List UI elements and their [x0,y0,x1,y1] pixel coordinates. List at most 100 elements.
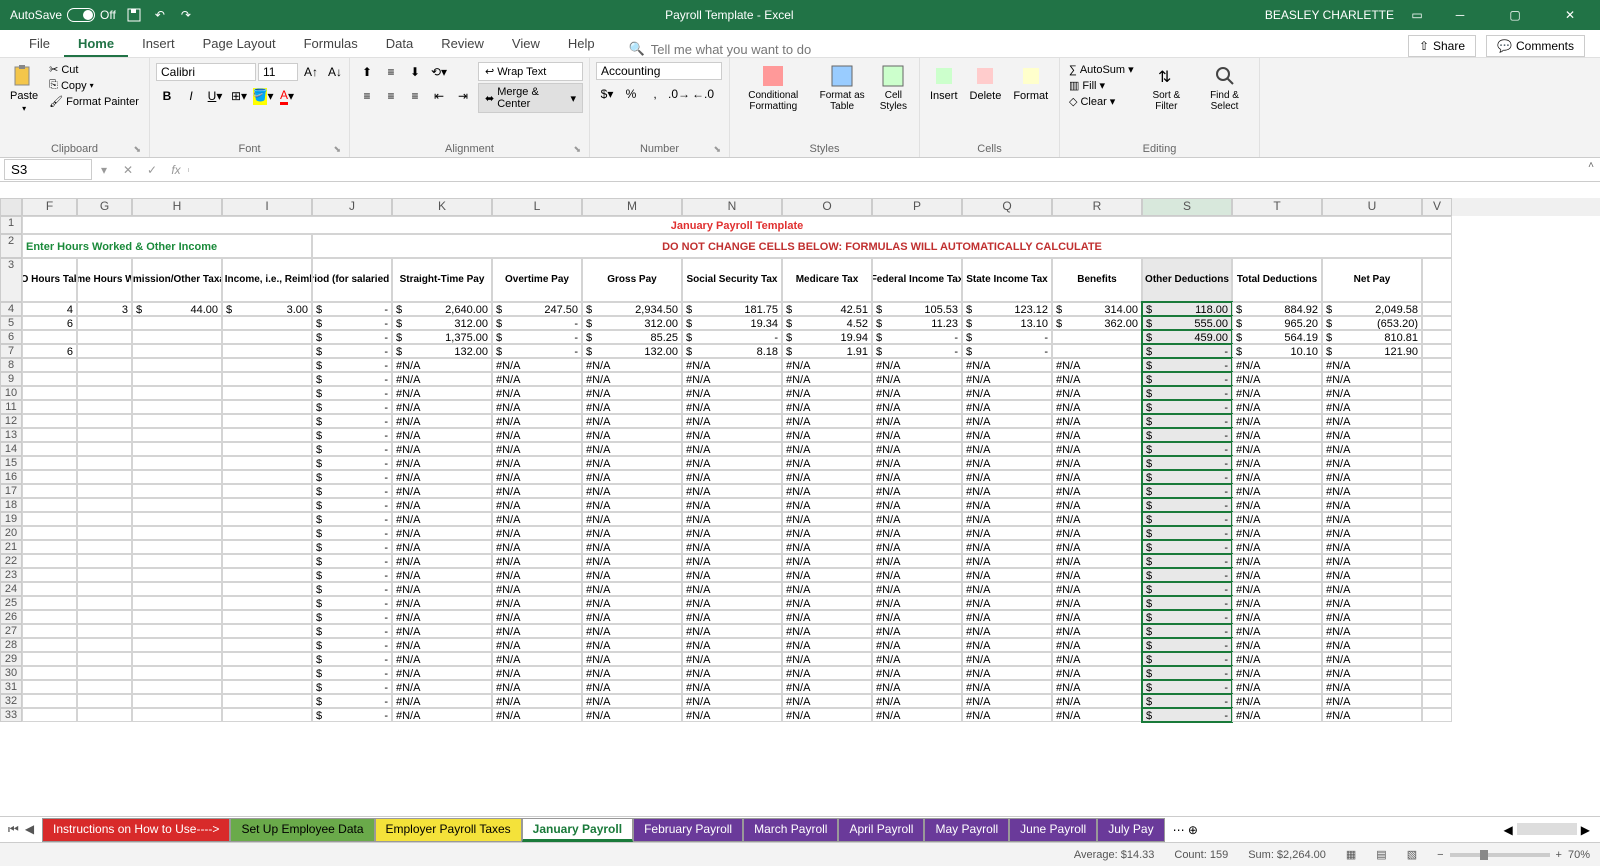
cell[interactable]: #N/A [582,498,682,512]
cell[interactable]: $ - [312,540,392,554]
cell[interactable]: Total Deductions [1232,258,1322,302]
cell[interactable]: #N/A [872,400,962,414]
cell[interactable]: #N/A [1052,498,1142,512]
column-header[interactable]: F [22,198,77,216]
formula-input[interactable] [188,168,1600,172]
sheet-tab[interactable]: Instructions on How to Use----> [42,818,230,842]
cell[interactable]: $ - [312,400,392,414]
cell[interactable]: #N/A [962,624,1052,638]
cell[interactable]: #N/A [582,372,682,386]
cell[interactable]: $ 884.92 [1232,302,1322,316]
undo-icon[interactable]: ↶ [152,7,168,23]
cell[interactable]: #N/A [682,512,782,526]
cell[interactable] [22,652,77,666]
cell[interactable]: #N/A [682,568,782,582]
cell[interactable]: #N/A [682,582,782,596]
cell[interactable]: #N/A [682,414,782,428]
cell[interactable]: #N/A [962,554,1052,568]
horizontal-scroll-right[interactable]: ▶ [1581,823,1590,837]
cell[interactable]: #N/A [872,694,962,708]
font-size-select[interactable] [258,63,298,81]
cell[interactable]: #N/A [872,624,962,638]
cell[interactable]: #N/A [1052,652,1142,666]
cell[interactable]: #N/A [392,414,492,428]
cell[interactable]: #N/A [582,470,682,484]
cell[interactable]: #N/A [682,456,782,470]
cell[interactable] [132,428,222,442]
cell[interactable] [132,330,222,344]
cell[interactable]: #N/A [1322,358,1422,372]
minimize-button[interactable]: ─ [1440,0,1480,30]
column-header[interactable]: I [222,198,312,216]
cell[interactable]: $ 132.00 [392,344,492,358]
cell[interactable]: #N/A [1052,624,1142,638]
cell[interactable]: #N/A [392,652,492,666]
cell[interactable]: $ - [1142,386,1232,400]
cell[interactable]: #N/A [1052,512,1142,526]
cell[interactable]: #N/A [1232,680,1322,694]
cell[interactable]: #N/A [962,456,1052,470]
cell[interactable]: #N/A [872,652,962,666]
cell[interactable]: #N/A [782,666,872,680]
cell[interactable]: $ - [1142,372,1232,386]
align-left-button[interactable]: ≡ [356,86,378,106]
cell[interactable] [1422,512,1452,526]
cell[interactable]: #N/A [872,414,962,428]
cell[interactable] [132,680,222,694]
cell[interactable]: #N/A [1232,470,1322,484]
cell[interactable]: #N/A [1322,694,1422,708]
cell[interactable]: #N/A [962,582,1052,596]
row-header[interactable]: 7 [0,344,22,358]
cell[interactable]: 6 [22,344,77,358]
cell[interactable] [1422,498,1452,512]
cell[interactable]: #N/A [782,372,872,386]
cell[interactable]: #N/A [1052,666,1142,680]
cell[interactable]: #N/A [392,554,492,568]
cell[interactable]: $ - [312,302,392,316]
cell[interactable]: #N/A [682,470,782,484]
cell[interactable]: #N/A [1052,372,1142,386]
cell[interactable]: #N/A [782,652,872,666]
cell[interactable]: $ - [492,330,582,344]
cell[interactable] [1422,442,1452,456]
cell[interactable]: #N/A [782,540,872,554]
cell[interactable]: #N/A [392,372,492,386]
column-header[interactable]: T [1232,198,1322,216]
cell[interactable] [1422,414,1452,428]
cell[interactable]: #N/A [682,666,782,680]
cell[interactable]: #N/A [682,596,782,610]
cell[interactable]: #N/A [1232,624,1322,638]
cell[interactable]: #N/A [392,582,492,596]
cell[interactable]: #N/A [1052,358,1142,372]
cell[interactable]: #N/A [492,652,582,666]
sheet-tab[interactable]: February Payroll [633,818,743,842]
cell[interactable]: #N/A [782,470,872,484]
cell[interactable] [22,358,77,372]
cell[interactable] [22,568,77,582]
cell[interactable]: Other Deductions [1142,258,1232,302]
cell[interactable] [132,456,222,470]
cell[interactable] [1422,568,1452,582]
row-header[interactable]: 3 [0,258,22,302]
cell[interactable]: $ 564.19 [1232,330,1322,344]
decrease-indent-button[interactable]: ⇤ [428,86,450,106]
column-header[interactable]: K [392,198,492,216]
cell[interactable]: $ - [1142,526,1232,540]
cell[interactable]: #N/A [1052,386,1142,400]
cell[interactable]: #N/A [492,512,582,526]
cell[interactable]: $ 123.12 [962,302,1052,316]
cell[interactable]: #N/A [1232,456,1322,470]
insert-function-icon[interactable]: fx [164,163,188,177]
row-header[interactable]: 11 [0,400,22,414]
cell[interactable]: 6 [22,316,77,330]
cell[interactable]: #N/A [392,484,492,498]
cell[interactable] [132,470,222,484]
view-page-layout-icon[interactable]: ▤ [1376,848,1386,861]
row-header[interactable]: 28 [0,638,22,652]
cell[interactable] [22,428,77,442]
cell[interactable]: Straight-Time Pay [392,258,492,302]
cell[interactable] [77,610,132,624]
cell[interactable]: Bonus/Commission/Other Taxable Income [132,258,222,302]
zoom-slider[interactable] [1450,853,1550,857]
cell[interactable] [222,610,312,624]
